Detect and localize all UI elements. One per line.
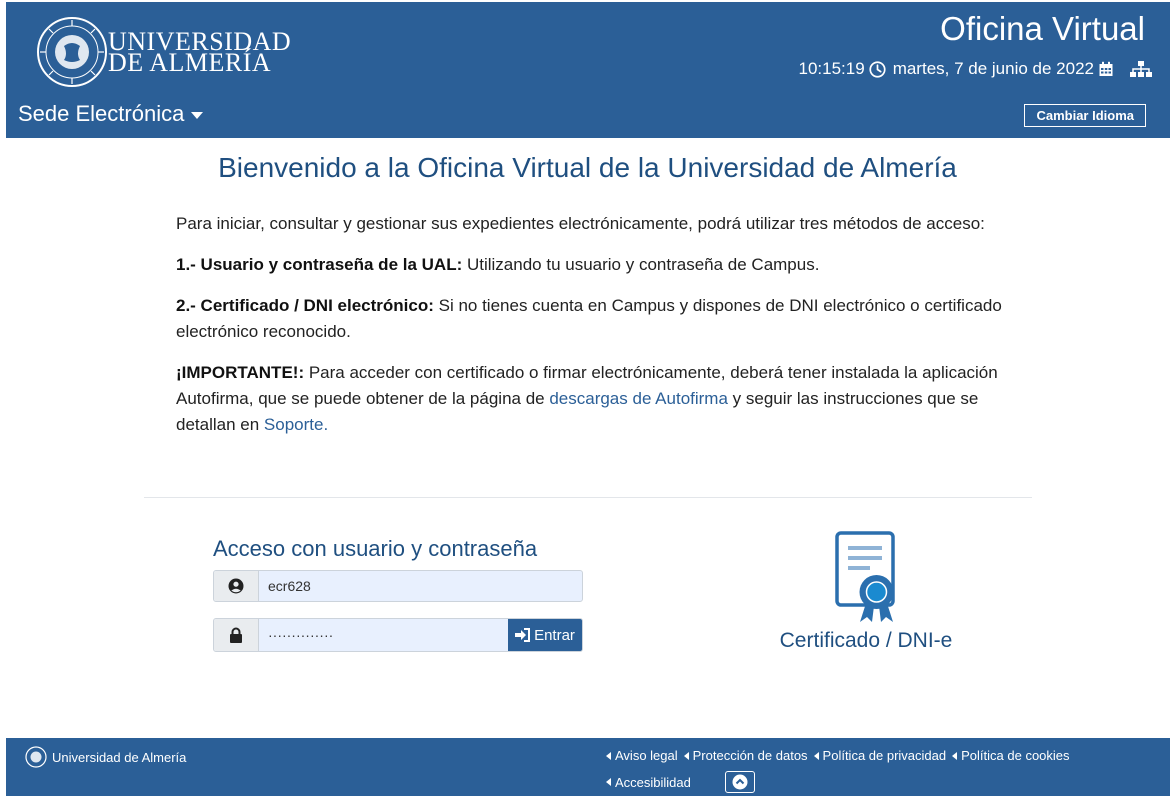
password-field[interactable]: ·············· Entrar bbox=[213, 618, 583, 652]
lock-icon bbox=[230, 627, 242, 643]
calendar-icon bbox=[1099, 61, 1113, 76]
section-divider bbox=[144, 497, 1032, 498]
politica-privacidad-link[interactable]: Política de privacidad bbox=[813, 748, 946, 763]
caret-left-icon bbox=[813, 751, 819, 760]
caret-left-icon bbox=[683, 751, 689, 760]
important-label: ¡IMPORTANTE!: bbox=[176, 363, 305, 382]
site-header: UNIVERSIDAD DE ALMERÍA Sede Electrónica … bbox=[6, 2, 1170, 138]
login-title: Acceso con usuario y contraseña bbox=[213, 536, 538, 561]
change-language-button[interactable]: Cambiar Idioma bbox=[1024, 104, 1146, 127]
aviso-legal-link[interactable]: Aviso legal bbox=[606, 748, 678, 763]
site-footer: Universidad de Almería Aviso legal Prote… bbox=[6, 738, 1170, 796]
caret-left-icon bbox=[606, 778, 611, 786]
sede-electronica-dropdown[interactable]: Sede Electrónica bbox=[18, 101, 204, 127]
support-link[interactable]: Soporte. bbox=[264, 415, 328, 434]
accesibilidad-link[interactable]: Accesibilidad bbox=[606, 775, 691, 790]
current-date: martes, 7 de junio de 2022 bbox=[892, 59, 1094, 78]
page-title: Oficina Virtual bbox=[940, 10, 1145, 47]
university-seal-small-icon bbox=[25, 746, 47, 768]
sitemap-icon[interactable] bbox=[1130, 61, 1152, 77]
caret-down-icon bbox=[191, 111, 204, 119]
user-icon bbox=[228, 578, 244, 594]
caret-left-icon bbox=[606, 751, 611, 760]
method-1-label: 1.- Usuario y contraseña de la UAL: bbox=[176, 255, 463, 274]
method-2-label: 2.- Certificado / DNI electrónico: bbox=[176, 296, 434, 315]
certificate-label: Certificado / DNI-e bbox=[779, 629, 953, 652]
sign-in-icon bbox=[515, 628, 531, 642]
sede-label: Sede Electrónica bbox=[18, 101, 185, 126]
username-input[interactable]: ecr628 bbox=[259, 578, 582, 594]
logo-line-2: DE ALMERÍA bbox=[108, 48, 272, 77]
password-input[interactable]: ·············· bbox=[259, 627, 508, 643]
datetime-bar: 10:15:19 martes, 7 de junio de 2022 bbox=[799, 59, 1157, 79]
chevron-up-icon bbox=[732, 774, 748, 790]
caret-left-icon bbox=[952, 751, 958, 760]
footer-links-row-2: Accesibilidad bbox=[606, 771, 755, 793]
important-note: ¡IMPORTANTE!: Para acceder con certifica… bbox=[176, 360, 1036, 438]
certificate-icon bbox=[835, 531, 895, 622]
username-addon bbox=[214, 571, 259, 601]
footer-university[interactable]: Universidad de Almería bbox=[25, 746, 186, 768]
politica-cookies-link[interactable]: Política de cookies bbox=[952, 748, 1070, 763]
footer-university-label: Universidad de Almería bbox=[52, 749, 187, 765]
university-seal-icon bbox=[37, 17, 107, 87]
clock-icon bbox=[869, 60, 886, 78]
method-1: 1.- Usuario y contraseña de la UAL: Util… bbox=[176, 252, 1036, 278]
autofirma-download-link[interactable]: descargas de Autofirma bbox=[549, 389, 728, 408]
proteccion-datos-link[interactable]: Protección de datos bbox=[683, 748, 808, 763]
clock-time: 10:15:19 bbox=[798, 59, 865, 78]
method-1-text: Utilizando tu usuario y contraseña de Ca… bbox=[462, 255, 820, 274]
certificate-access[interactable]: Certificado / DNI-e bbox=[766, 530, 966, 653]
intro-paragraph: Para iniciar, consultar y gestionar sus … bbox=[176, 214, 985, 233]
method-2: 2.- Certificado / DNI electrónico: Si no… bbox=[176, 293, 1036, 345]
login-submit-button[interactable]: Entrar bbox=[508, 619, 582, 651]
welcome-heading: Bienvenido a la Oficina Virtual de la Un… bbox=[218, 152, 957, 183]
username-field[interactable]: ecr628 bbox=[213, 570, 583, 602]
login-submit-label: Entrar bbox=[534, 626, 575, 644]
university-logo[interactable]: UNIVERSIDAD DE ALMERÍA bbox=[34, 14, 291, 90]
scroll-top-button[interactable] bbox=[724, 771, 755, 793]
password-addon bbox=[214, 619, 259, 651]
footer-links-row-1: Aviso legal Protección de datos Política… bbox=[606, 748, 1076, 763]
intro-text: Para iniciar, consultar y gestionar sus … bbox=[176, 211, 1036, 453]
